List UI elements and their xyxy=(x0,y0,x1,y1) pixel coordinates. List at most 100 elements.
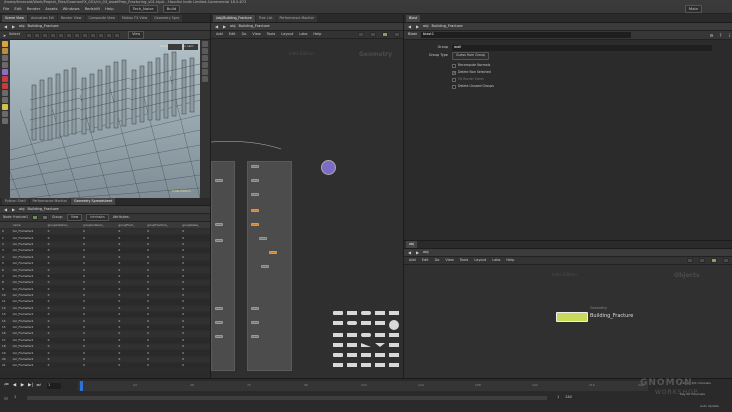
tool-button-8[interactable] xyxy=(82,32,89,38)
path-obj[interactable]: obj xyxy=(423,250,428,255)
node-name-field[interactable]: blast1 xyxy=(420,32,631,38)
checkbox-icon[interactable] xyxy=(452,84,456,89)
tab-performance-monitor[interactable]: Performance Monitor xyxy=(29,198,71,205)
path-obj[interactable]: obj xyxy=(19,207,24,212)
shading-icon[interactable] xyxy=(202,55,208,61)
forward-arrow-icon[interactable]: ▶ xyxy=(222,24,227,29)
camera-tool-icon[interactable] xyxy=(2,111,8,117)
scale-tool-icon[interactable] xyxy=(2,62,8,68)
menu-go[interactable]: Go xyxy=(435,258,440,263)
tool-button-6[interactable] xyxy=(66,32,73,38)
menu-redshift[interactable]: Redshift xyxy=(85,7,100,11)
path-obj[interactable]: obj xyxy=(19,24,24,29)
ghost-icon[interactable] xyxy=(202,76,208,82)
range-slider[interactable] xyxy=(27,396,548,400)
path-node[interactable]: Building_Fracture xyxy=(27,24,58,29)
menu-labs[interactable]: Labs xyxy=(299,32,307,37)
menu-help[interactable]: Help xyxy=(105,7,114,11)
display-options-icon[interactable] xyxy=(202,41,208,47)
sop-node[interactable] xyxy=(215,321,223,324)
path-obj[interactable]: obj xyxy=(423,24,428,29)
group-type-dropdown[interactable]: Guess from Group xyxy=(452,52,489,60)
group-field[interactable]: wall xyxy=(452,44,712,51)
back-arrow-icon[interactable]: ◀ xyxy=(214,24,219,29)
net-tool-button-2[interactable] xyxy=(699,258,705,263)
transform-tool-icon[interactable] xyxy=(2,48,8,54)
points-icon[interactable] xyxy=(202,69,208,75)
tab-performance-monitor[interactable]: Performance Monitor xyxy=(276,15,317,22)
path-node[interactable]: Building_Fracture xyxy=(27,207,58,212)
tool-button-9[interactable] xyxy=(90,32,97,38)
sop-node[interactable] xyxy=(251,307,259,310)
first-frame-icon[interactable]: ⏮ xyxy=(3,383,10,389)
last-frame-icon[interactable]: ⏭ xyxy=(35,383,42,389)
menu-edit[interactable]: Edit xyxy=(229,32,236,37)
rotate-tool-icon[interactable] xyxy=(2,55,8,61)
tool-button-1[interactable] xyxy=(26,32,33,38)
tool-button-10[interactable] xyxy=(98,32,105,38)
auto-update-dropdown[interactable]: Auto Update xyxy=(700,405,719,408)
tab-motion-fx-view[interactable]: Motion FX View xyxy=(118,15,151,22)
null-node-icon[interactable] xyxy=(321,160,336,175)
sop-node[interactable] xyxy=(259,237,267,240)
view-dropdown[interactable]: View xyxy=(66,213,83,222)
net-tool-button-3[interactable] xyxy=(382,32,388,37)
net-tool-button-4[interactable] xyxy=(394,32,400,37)
back-arrow-icon[interactable]: ◀ xyxy=(3,24,8,29)
delete-non-selected-toggle[interactable]: ✓ Delete Non Selected xyxy=(452,69,732,76)
blast-node[interactable] xyxy=(269,251,277,254)
tab-obj[interactable]: obj xyxy=(406,241,418,248)
previous-key-icon[interactable]: ◀ xyxy=(11,383,18,389)
menu-assets[interactable]: Assets xyxy=(45,7,57,11)
tool-button-4[interactable] xyxy=(50,32,57,38)
forward-arrow-icon[interactable]: ▶ xyxy=(11,24,16,29)
back-arrow-icon[interactable]: ◀ xyxy=(3,207,8,212)
menu-render[interactable]: Render xyxy=(27,7,41,11)
tab-composite-view[interactable]: Composite View xyxy=(85,15,118,22)
tab-geometry-spreadsheet[interactable]: Geometry Spreadsheet xyxy=(71,198,116,205)
pose-tool-icon[interactable] xyxy=(2,69,8,75)
network-canvas[interactable]: Indie Edition Geometry xyxy=(211,39,404,378)
checkmark-icon[interactable]: ✓ xyxy=(452,70,456,75)
back-arrow-icon[interactable]: ◀ xyxy=(407,24,412,29)
forward-arrow-icon[interactable]: ▶ xyxy=(415,250,420,255)
tab-scene-view[interactable]: Scene View xyxy=(2,15,27,22)
normals-icon[interactable] xyxy=(202,62,208,68)
menu-layout[interactable]: Layout xyxy=(474,258,486,263)
menu-go[interactable]: Go xyxy=(242,32,247,37)
tab-python-shell[interactable]: Python Shell xyxy=(2,198,29,205)
blast-node[interactable] xyxy=(251,209,259,212)
tool-button-11[interactable] xyxy=(106,32,113,38)
obj-network-canvas[interactable]: Indie Edition Objects Geometry Building_… xyxy=(404,265,732,379)
recompute-normals-toggle[interactable]: Recompute Normals xyxy=(452,62,732,69)
sop-node[interactable] xyxy=(215,179,223,182)
range-start-button[interactable] xyxy=(3,395,9,401)
brush-tool-icon[interactable] xyxy=(2,90,8,96)
menu-tools[interactable]: Tools xyxy=(460,258,469,263)
wireframe-icon[interactable] xyxy=(202,48,208,54)
tool-button-5[interactable] xyxy=(58,32,65,38)
current-frame-field[interactable]: 1 xyxy=(47,383,61,389)
sop-node[interactable] xyxy=(215,307,223,310)
network-box-1[interactable] xyxy=(211,161,235,371)
menu-file[interactable]: File xyxy=(3,7,9,11)
path-node[interactable]: Building_Fracture xyxy=(238,24,269,29)
help-icon[interactable]: ? xyxy=(718,33,723,38)
tab-animation-editor[interactable]: Animation Edi xyxy=(27,15,57,22)
gear-icon[interactable]: ⚙ xyxy=(709,33,714,38)
intrinsics-dropdown[interactable]: Intrinsics xyxy=(86,213,109,222)
checkbox-icon[interactable] xyxy=(452,63,456,68)
tool-button-7[interactable] xyxy=(74,32,81,38)
tab-tree-list[interactable]: Tree List xyxy=(255,15,276,22)
sop-node[interactable] xyxy=(251,193,259,196)
tool-button-3[interactable] xyxy=(42,32,49,38)
handle-tool-icon[interactable] xyxy=(2,41,8,47)
main-selector[interactable]: Main xyxy=(684,5,702,13)
net-tool-button-1[interactable] xyxy=(687,258,693,263)
sop-node[interactable] xyxy=(251,165,259,168)
lasso-tool-icon[interactable] xyxy=(2,97,8,103)
timeline-track[interactable]: 24 48 72 96 120 144 168 192 216 240 xyxy=(78,381,648,391)
menu-add[interactable]: Add xyxy=(409,258,416,263)
next-key-icon[interactable]: ▶| xyxy=(27,383,34,389)
view-mode-dropdown[interactable]: View xyxy=(128,31,145,39)
